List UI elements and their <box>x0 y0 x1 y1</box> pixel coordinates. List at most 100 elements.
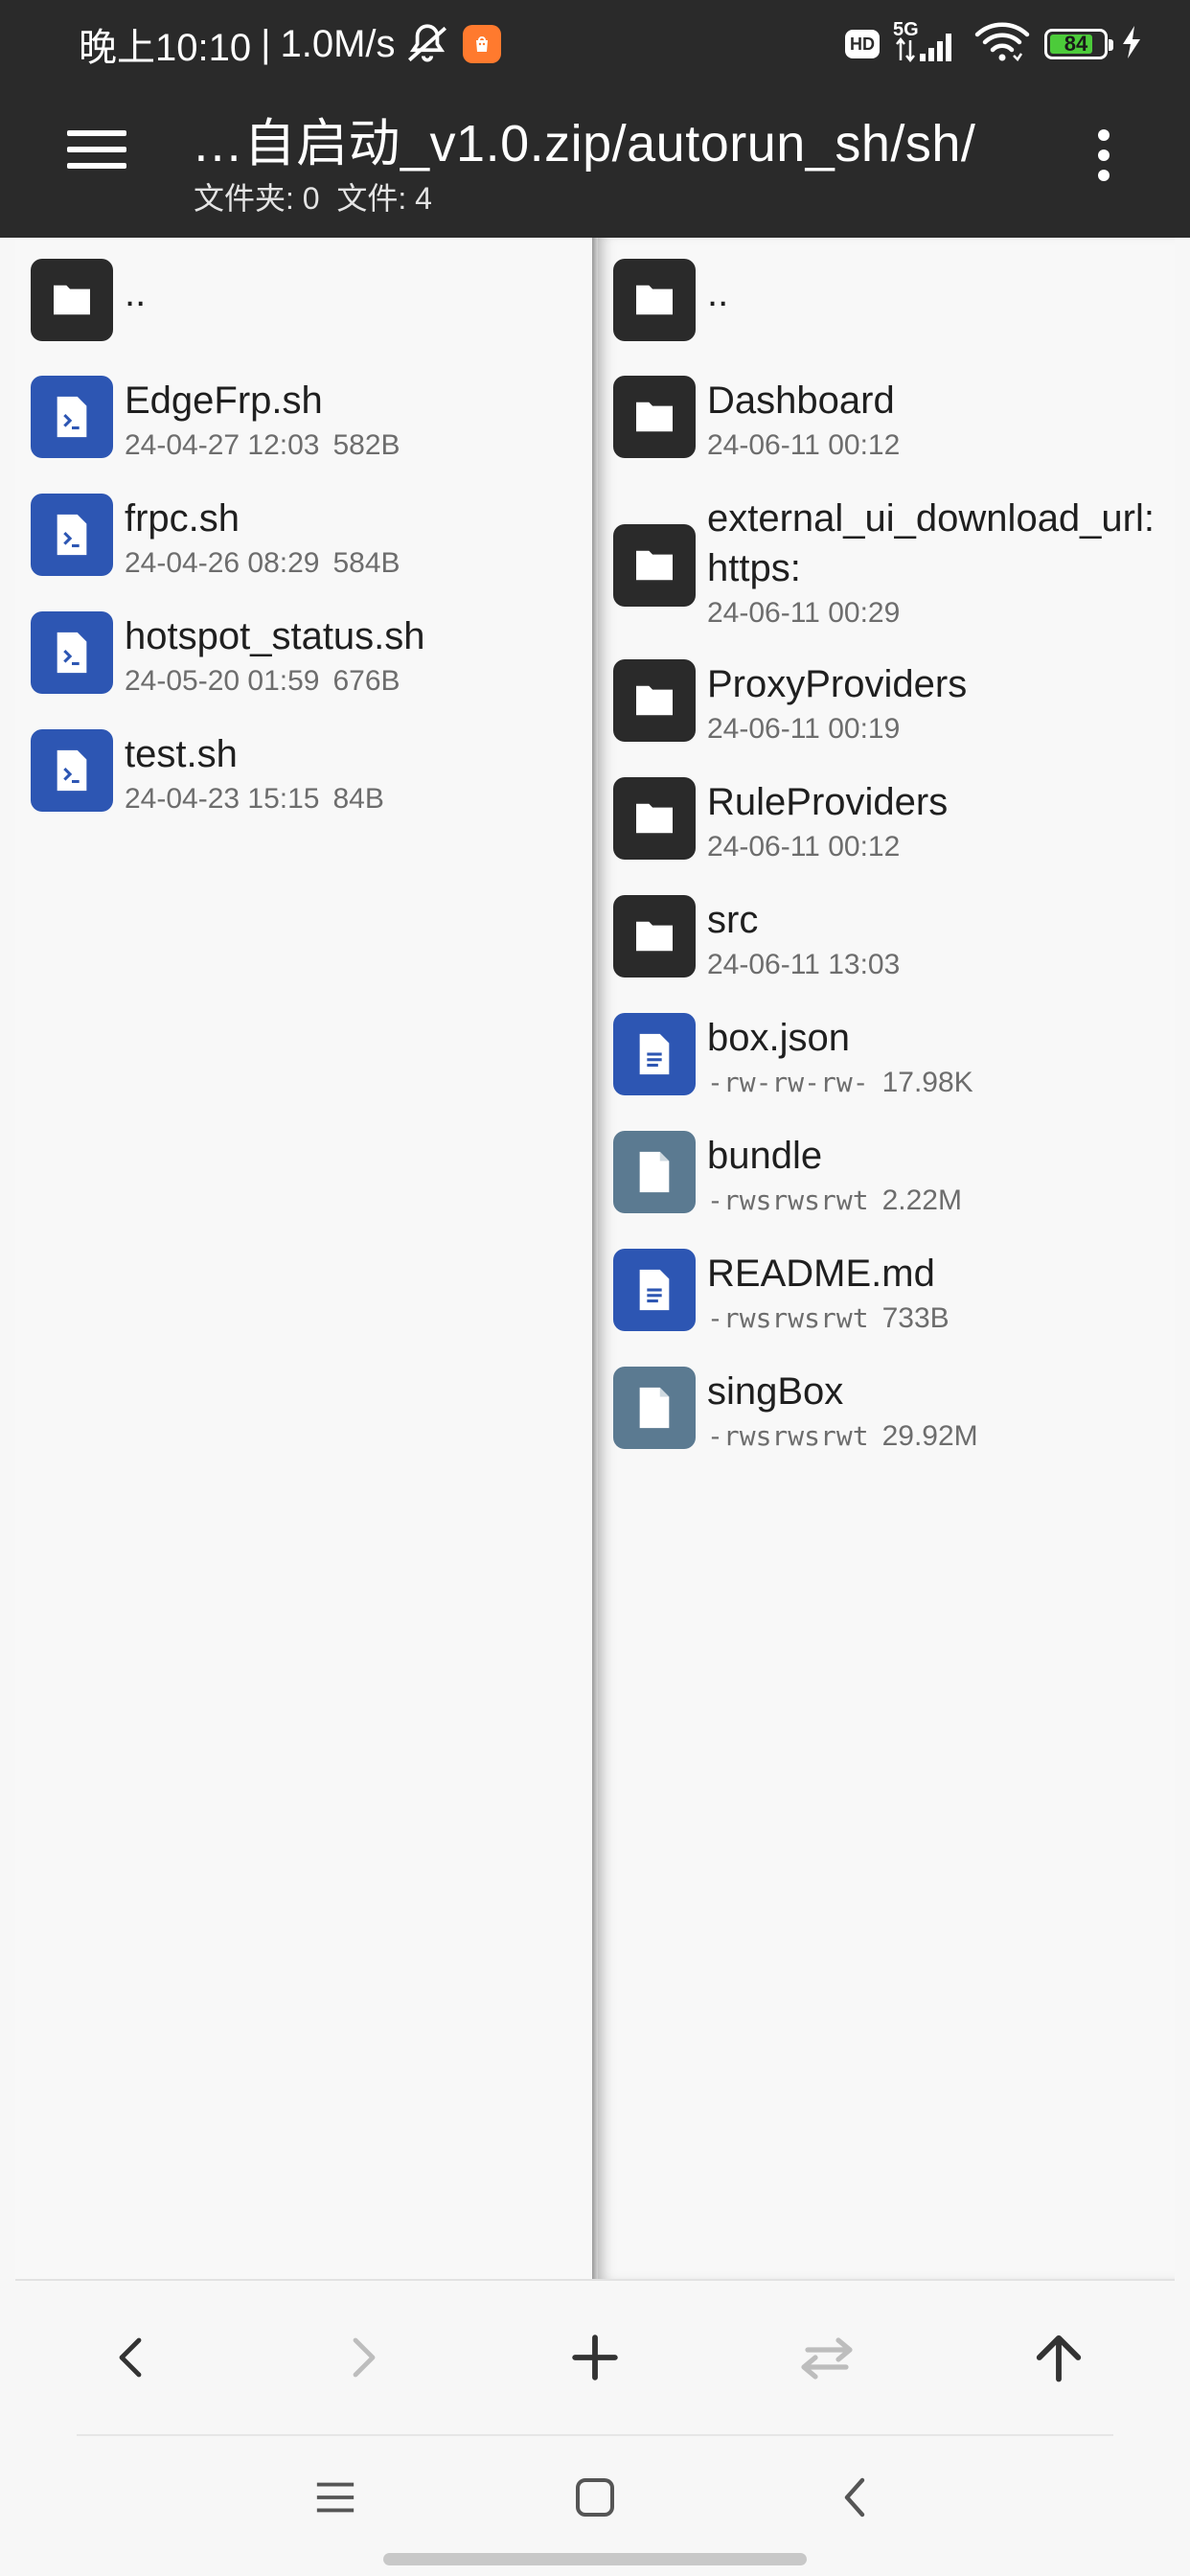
file-row[interactable]: EdgeFrp.sh 24-04-27 12:03 582B <box>15 370 594 475</box>
folder-file-counts: 文件夹: 0 文件: 4 <box>194 181 432 216</box>
folder-icon <box>613 259 696 341</box>
file-size: 676B <box>332 665 400 697</box>
file-meta: 24-05-20 01:59 676B <box>125 665 400 698</box>
folder-icon <box>613 376 696 458</box>
folder-row[interactable]: external_ui_download_url: https: 24-06-1… <box>598 488 1175 641</box>
file-row[interactable]: box.json -rw-rw-rw- 17.98K <box>598 1007 1175 1113</box>
file-meta: -rwsrwsrwt 2.22M <box>707 1184 962 1217</box>
folder-row[interactable]: RuleProviders 24-06-11 00:12 <box>598 771 1175 877</box>
file-size: 17.98K <box>881 1067 973 1098</box>
file-size: 2.22M <box>881 1184 962 1216</box>
charging-icon <box>1121 25 1142 63</box>
system-back-icon[interactable] <box>821 2469 888 2526</box>
battery-level: 84 <box>1064 32 1088 56</box>
file-size: 582B <box>332 429 400 461</box>
file-meta: -rwsrwsrwt 29.92M <box>707 1420 978 1453</box>
folder-date: 24-06-11 00:12 <box>707 831 901 862</box>
back-icon[interactable] <box>88 2319 174 2396</box>
folder-name: ProxyProviders <box>707 663 968 705</box>
file-name: EdgeFrp.sh <box>125 380 323 422</box>
system-navigation-bar <box>0 2436 1190 2576</box>
status-separator: | <box>261 22 271 65</box>
more-vert-icon[interactable] <box>1094 129 1113 187</box>
folder-row[interactable]: src 24-06-11 13:03 <box>598 889 1175 995</box>
file-size: 584B <box>332 547 400 579</box>
folder-name-line1: external_ui_download_url: <box>707 497 1155 540</box>
add-icon[interactable] <box>552 2319 638 2396</box>
file-meta: 24-04-27 12:03 582B <box>125 429 400 462</box>
folder-name: Dashboard <box>707 380 895 422</box>
folder-icon <box>613 659 696 742</box>
file-row[interactable]: hotspot_status.sh 24-05-20 01:59 676B <box>15 606 594 711</box>
file-row[interactable]: test.sh 24-04-23 15:15 84B <box>15 724 594 829</box>
folder-name-line2: https: <box>707 547 801 589</box>
file-name: singBox <box>707 1370 844 1413</box>
file-permissions: -rwsrwsrwt <box>707 1302 869 1334</box>
forward-icon[interactable] <box>320 2319 406 2396</box>
recents-icon[interactable] <box>302 2469 369 2526</box>
folder-name: src <box>707 899 759 941</box>
swap-icon[interactable] <box>784 2319 870 2396</box>
file-permissions: -rw-rw-rw- <box>707 1067 869 1098</box>
file-permissions: -rwsrwsrwt <box>707 1420 869 1452</box>
file-meta: -rw-rw-rw- 17.98K <box>707 1067 973 1099</box>
home-indicator[interactable] <box>383 2553 807 2565</box>
file-name: frpc.sh <box>125 497 240 540</box>
folder-date: 24-06-11 00:29 <box>707 597 901 629</box>
left-file-pane[interactable]: .. EdgeFrp.sh 24-04-27 12:03 582B frpc.sh… <box>15 238 594 2279</box>
status-left: 晚上10:10 | 1.0M/s <box>79 19 501 69</box>
bottom-toolbar <box>0 2281 1190 2434</box>
script-icon <box>31 376 113 458</box>
binary-file-icon <box>613 1131 696 1213</box>
file-date: 24-05-20 01:59 <box>125 665 320 697</box>
file-date: 24-04-26 08:29 <box>125 547 320 579</box>
folder-icon <box>613 895 696 978</box>
parent-dir-label: .. <box>707 272 729 314</box>
bell-off-icon <box>403 20 451 68</box>
status-time: 晚上10:10 <box>79 27 252 69</box>
folder-date: 24-06-11 13:03 <box>707 949 901 980</box>
battery-icon: 84 <box>1044 29 1113 59</box>
status-right: HD 5G 84 <box>845 19 1142 69</box>
file-name: README.md <box>707 1253 935 1295</box>
signal-icon: 5G <box>893 19 960 65</box>
folder-row[interactable]: Dashboard 24-06-11 00:12 <box>598 370 1175 475</box>
up-icon[interactable] <box>1016 2319 1102 2396</box>
parent-dir-row[interactable]: .. <box>15 253 594 345</box>
file-name: bundle <box>707 1135 823 1177</box>
folder-name: RuleProviders <box>707 781 949 823</box>
folder-row[interactable]: ProxyProviders 24-06-11 00:19 <box>598 654 1175 759</box>
file-row[interactable]: README.md -rwsrwsrwt 733B <box>598 1243 1175 1348</box>
script-icon <box>31 729 113 812</box>
status-net-speed: 1.0M/s <box>280 22 396 65</box>
top-bar: 晚上10:10 | 1.0M/s HD 5G 84 …自启动_v1.0.zip/… <box>0 0 1190 238</box>
folder-icon <box>613 777 696 860</box>
text-file-icon <box>613 1013 696 1095</box>
file-meta: -rwsrwsrwt 733B <box>707 1302 950 1335</box>
binary-file-icon <box>613 1367 696 1449</box>
file-row[interactable]: bundle -rwsrwsrwt 2.22M <box>598 1125 1175 1230</box>
wifi-icon <box>973 21 1031 68</box>
file-row[interactable]: frpc.sh 24-04-26 08:29 584B <box>15 488 594 593</box>
file-permissions: -rwsrwsrwt <box>707 1184 869 1216</box>
text-file-icon <box>613 1249 696 1331</box>
hamburger-menu-icon[interactable] <box>67 130 126 174</box>
file-meta: 24-04-23 15:15 84B <box>125 783 384 816</box>
folder-icon <box>31 259 113 341</box>
file-name: hotspot_status.sh <box>125 615 425 657</box>
app-notification-icon <box>462 25 501 63</box>
hd-icon: HD <box>845 30 880 58</box>
parent-dir-label: .. <box>125 272 147 314</box>
file-name: test.sh <box>125 733 238 775</box>
file-size: 29.92M <box>881 1420 978 1452</box>
home-icon[interactable] <box>561 2469 629 2526</box>
folder-date: 24-06-11 00:19 <box>707 713 901 745</box>
parent-dir-row[interactable]: .. <box>598 253 1175 345</box>
file-meta: 24-04-26 08:29 584B <box>125 547 400 580</box>
right-file-pane[interactable]: .. Dashboard 24-06-11 00:12 external_ui_… <box>598 238 1175 2279</box>
file-row[interactable]: singBox -rwsrwsrwt 29.92M <box>598 1361 1175 1466</box>
file-date: 24-04-27 12:03 <box>125 429 320 461</box>
current-path: …自启动_v1.0.zip/autorun_sh/sh/ <box>192 115 976 172</box>
script-icon <box>31 494 113 576</box>
file-date: 24-04-23 15:15 <box>125 783 320 815</box>
